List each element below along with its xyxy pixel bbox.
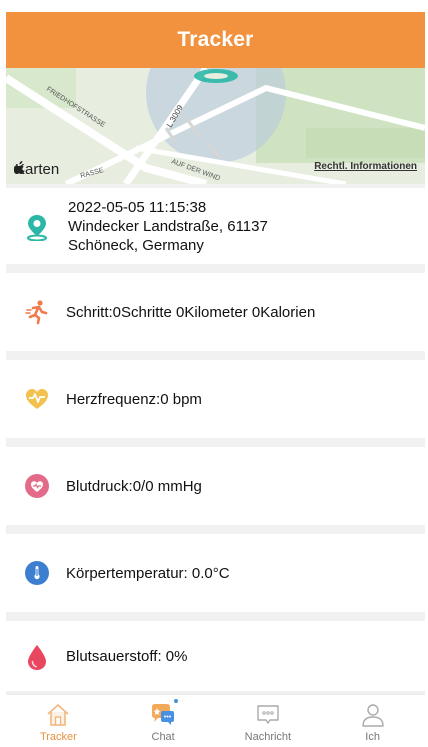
location-pin-icon — [24, 213, 50, 242]
thermometer-icon — [24, 560, 50, 586]
location-address-line1: Windecker Landstraße, 61137 — [68, 217, 268, 235]
tab-tracker-label: Tracker — [39, 731, 77, 743]
map-brand: Karten — [14, 161, 59, 178]
oxygen-row[interactable]: Blutsauerstoff: 0% — [6, 621, 425, 691]
tab-nachricht-label: Nachricht — [244, 731, 292, 743]
profile-icon — [359, 701, 387, 729]
heart-rate-icon — [24, 386, 50, 412]
divider — [6, 525, 425, 534]
steps-row[interactable]: Schritt:0Schritte 0Kilometer 0Kalorien — [6, 273, 425, 351]
tab-chat[interactable]: Chat — [111, 695, 216, 747]
divider — [6, 264, 425, 273]
oxygen-value: Blutsauerstoff: 0% — [66, 647, 188, 665]
location-address-line2: Schöneck, Germany — [68, 236, 204, 254]
steps-value: Schritt:0Schritte 0Kilometer 0Kalorien — [66, 303, 316, 321]
tab-ich[interactable]: Ich — [320, 695, 425, 747]
heart-rate-value: Herzfrequenz:0 bpm — [66, 390, 202, 408]
running-icon — [24, 299, 50, 325]
blood-pressure-value: Blutdruck:0/0 mmHg — [66, 477, 202, 495]
map-view[interactable]: FRIEDHOFSTRASSE L 3009 AUF DER WIND RASS… — [6, 68, 425, 184]
tab-chat-label: Chat — [151, 731, 175, 743]
bottom-tab-bar: Tracker Chat Nachricht Ich — [6, 694, 425, 747]
page-title: Tracker — [177, 28, 254, 51]
location-datetime: 2022-05-05 11:15:38 — [68, 198, 207, 216]
heart-rate-row[interactable]: Herzfrequenz:0 bpm — [6, 360, 425, 438]
tab-ich-label: Ich — [365, 731, 380, 743]
location-row[interactable]: 2022-05-05 11:15:38 Windecker Landstraße… — [6, 188, 425, 264]
notification-dot — [173, 699, 178, 703]
blood-drop-icon — [24, 643, 50, 670]
message-icon — [254, 701, 282, 729]
location-details: 2022-05-05 11:15:38 Windecker Landstraße… — [68, 198, 268, 255]
divider — [6, 612, 425, 621]
tab-tracker[interactable]: Tracker — [6, 695, 111, 747]
legal-info-link[interactable]: Rechtl. Informationen — [314, 161, 417, 172]
app-header: Tracker — [6, 12, 425, 68]
divider — [6, 438, 425, 447]
home-icon — [44, 701, 72, 729]
temperature-value: Körpertemperatur: 0.0°C — [66, 564, 230, 582]
temperature-row[interactable]: Körpertemperatur: 0.0°C — [6, 534, 425, 612]
divider — [6, 351, 425, 360]
blood-pressure-row[interactable]: Blutdruck:0/0 mmHg — [6, 447, 425, 525]
chat-icon — [149, 701, 177, 729]
blood-pressure-icon — [24, 473, 50, 499]
tab-nachricht[interactable]: Nachricht — [216, 695, 321, 747]
